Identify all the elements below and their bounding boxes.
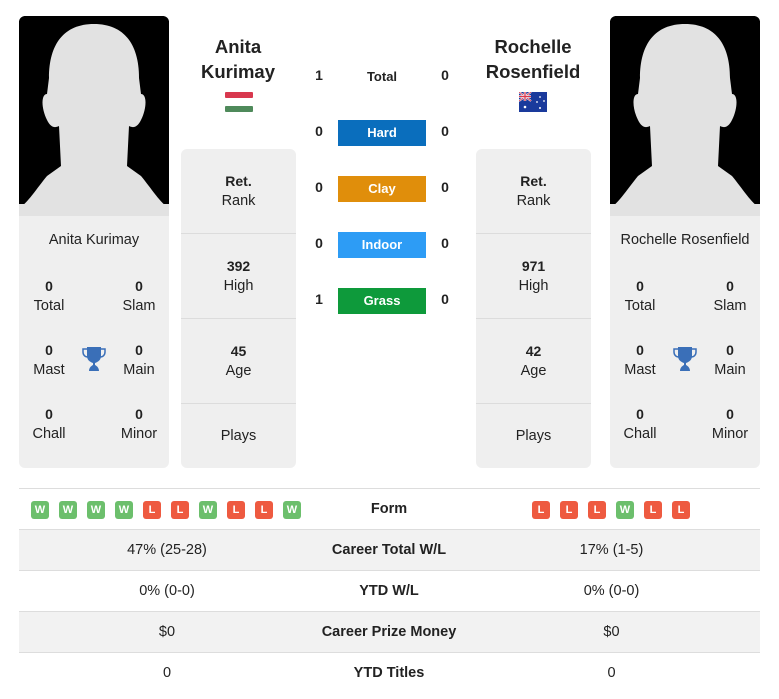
form-row: WWWWLLWLLW Form LLLWLL	[19, 488, 760, 529]
stat-label: Career Total W/L	[331, 542, 447, 558]
form-loss-badge[interactable]: L	[143, 501, 161, 519]
stat-label: Career Prize Money	[321, 624, 457, 640]
titles-chall: 0 Chall	[32, 406, 66, 442]
stat-value-right: 0	[607, 665, 616, 681]
h2h-clay-right: 0	[441, 179, 449, 195]
form-win-badge[interactable]: W	[31, 501, 49, 519]
h2h-indoor-right: 0	[441, 235, 449, 251]
h2h-total-label: Total	[366, 69, 398, 84]
titles-total: 0 Total	[33, 278, 65, 314]
player-photo-right	[610, 16, 760, 216]
h2h-grass-left: 1	[315, 291, 323, 307]
form-loss-badge[interactable]: L	[532, 501, 550, 519]
player-full-name: Rochelle Rosenfield	[620, 232, 750, 248]
high-cell: 971 High	[476, 234, 591, 319]
form-loss-badge[interactable]: L	[255, 501, 273, 519]
stat-value-left: 0	[162, 665, 172, 681]
titles-minor: 0 Minor	[120, 406, 158, 442]
form-loss-badge[interactable]: L	[227, 501, 245, 519]
form-label: Form	[370, 501, 408, 517]
player-photo-left	[19, 16, 169, 216]
h2h-total-left: 1	[315, 67, 323, 83]
trophy-icon	[673, 347, 697, 371]
titles-chall: 0 Chall	[623, 406, 657, 442]
form-loss-badge[interactable]: L	[560, 501, 578, 519]
stat-value-right: 17% (1-5)	[579, 542, 644, 558]
form-loss-badge[interactable]: L	[644, 501, 662, 519]
stat-value-right: $0	[603, 624, 620, 640]
info-card-right: Ret. Rank 971 High 42 Age Plays	[476, 149, 591, 468]
stat-row: 0% (0-0) YTD W/L 0% (0-0)	[19, 570, 760, 611]
stat-row: $0 Career Prize Money $0	[19, 611, 760, 652]
age-cell: 45 Age	[181, 319, 296, 404]
stat-value-left: $0	[158, 624, 176, 640]
titles-main: 0 Main	[123, 342, 155, 378]
stat-value-right: 0% (0-0)	[583, 583, 640, 599]
australia-flag-icon	[519, 92, 547, 112]
h2h-total-right: 0	[441, 67, 449, 83]
titles-slam: 0 Slam	[713, 278, 747, 314]
titles-total: 0 Total	[624, 278, 656, 314]
h2h-clay-left: 0	[315, 179, 323, 195]
form-win-badge[interactable]: W	[115, 501, 133, 519]
high-cell: 392 High	[181, 234, 296, 319]
stat-value-left: 0% (0-0)	[139, 583, 195, 599]
titles-mast: 0 Mast	[624, 342, 656, 378]
form-loss-badge[interactable]: L	[588, 501, 606, 519]
form-win-badge[interactable]: W	[616, 501, 634, 519]
stat-label: YTD Titles	[353, 665, 425, 681]
surface-indoor-badge[interactable]: Indoor	[338, 232, 426, 258]
form-win-badge[interactable]: W	[199, 501, 217, 519]
player-name-left[interactable]: Anita Kurimay	[168, 34, 308, 84]
form-win-badge[interactable]: W	[59, 501, 77, 519]
titles-minor: 0 Minor	[711, 406, 749, 442]
info-card-left: Ret. Rank 392 High 45 Age Plays	[181, 149, 296, 468]
rank-cell: Ret. Rank	[181, 149, 296, 234]
avatar-silhouette-icon	[610, 16, 760, 216]
rank-cell: Ret. Rank	[476, 149, 591, 234]
stat-value-left: 47% (25-28)	[127, 542, 207, 558]
form-loss-badge[interactable]: L	[672, 501, 690, 519]
player-card-left: Anita Kurimay 0 Total 0 Slam 0 Mast 0 Ma…	[19, 16, 169, 468]
stat-row: 47% (25-28) Career Total W/L 17% (1-5)	[19, 529, 760, 570]
h2h-hard-right: 0	[441, 123, 449, 139]
titles-mast: 0 Mast	[33, 342, 65, 378]
plays-cell: Plays	[515, 428, 552, 444]
surface-clay-badge[interactable]: Clay	[338, 176, 426, 202]
surface-hard-badge[interactable]: Hard	[338, 120, 426, 146]
form-badges-left: WWWWLLWLLW	[31, 501, 301, 519]
titles-main: 0 Main	[714, 342, 746, 378]
player-card-right: Rochelle Rosenfield 0 Total 0 Slam 0 Mas…	[610, 16, 760, 468]
h2h-hard-left: 0	[315, 123, 323, 139]
player-name-right[interactable]: Rochelle Rosenfield	[463, 34, 603, 84]
h2h-indoor-left: 0	[315, 235, 323, 251]
stat-label: YTD W/L	[359, 583, 419, 599]
plays-cell: Plays	[220, 428, 257, 444]
form-win-badge[interactable]: W	[283, 501, 301, 519]
age-cell: 42 Age	[476, 319, 591, 404]
player-full-name: Anita Kurimay	[48, 232, 140, 248]
hungary-flag-icon	[225, 92, 253, 112]
surface-grass-badge[interactable]: Grass	[338, 288, 426, 314]
form-win-badge[interactable]: W	[87, 501, 105, 519]
trophy-icon	[82, 347, 106, 371]
h2h-grass-right: 0	[441, 291, 449, 307]
stat-row: 0 YTD Titles 0	[19, 652, 760, 693]
form-loss-badge[interactable]: L	[171, 501, 189, 519]
titles-slam: 0 Slam	[122, 278, 156, 314]
form-badges-right: LLLWLL	[532, 501, 690, 519]
avatar-silhouette-icon	[19, 16, 169, 216]
